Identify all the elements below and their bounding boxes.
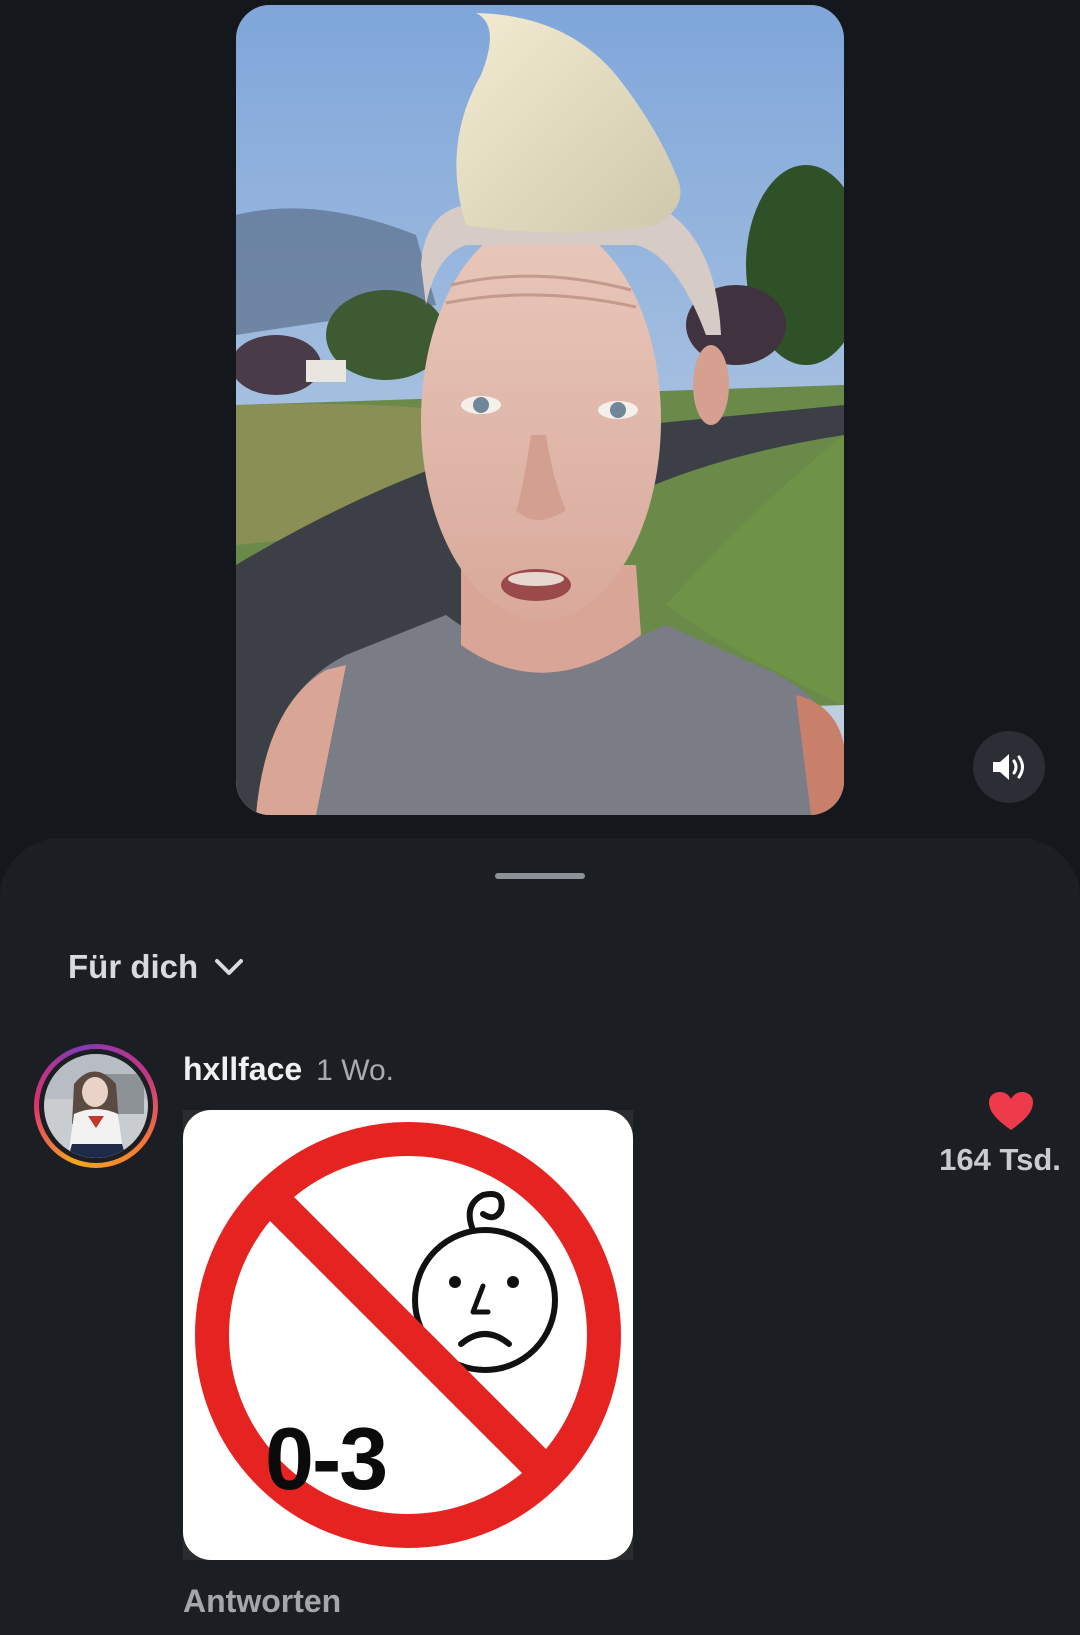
video-player[interactable] xyxy=(236,5,844,815)
comment-timestamp: 1 Wo. xyxy=(316,1054,394,1087)
speaker-on-icon xyxy=(993,754,1024,780)
sheet-drag-handle[interactable] xyxy=(495,873,585,879)
sort-label: Für dich xyxy=(68,948,199,985)
chevron-down-icon xyxy=(215,959,244,975)
comment-username[interactable]: hxllface xyxy=(183,1051,302,1088)
comment-sticker-image[interactable]: 0-3 xyxy=(183,1110,633,1560)
reply-button[interactable]: Antworten xyxy=(183,1583,341,1620)
comments-sheet: Für dich hxllface 1 Wo. 0-3 Antworten 16… xyxy=(0,838,1080,1635)
avatar xyxy=(44,1054,148,1158)
comment-sort-dropdown[interactable]: Für dich xyxy=(68,948,244,986)
avatar-story-ring[interactable] xyxy=(34,1044,158,1168)
video-frame xyxy=(236,5,844,815)
sound-toggle-button[interactable] xyxy=(973,731,1045,803)
like-button[interactable] xyxy=(987,1090,1035,1132)
heart-icon xyxy=(989,1092,1033,1130)
no-baby-sign-icon xyxy=(195,1122,621,1548)
sticker-age-text: 0-3 xyxy=(265,1409,388,1508)
comment-like: 164 Tsd. xyxy=(925,1090,1075,1178)
comment-header: hxllface 1 Wo. xyxy=(183,1051,394,1088)
like-count: 164 Tsd. xyxy=(939,1142,1061,1177)
